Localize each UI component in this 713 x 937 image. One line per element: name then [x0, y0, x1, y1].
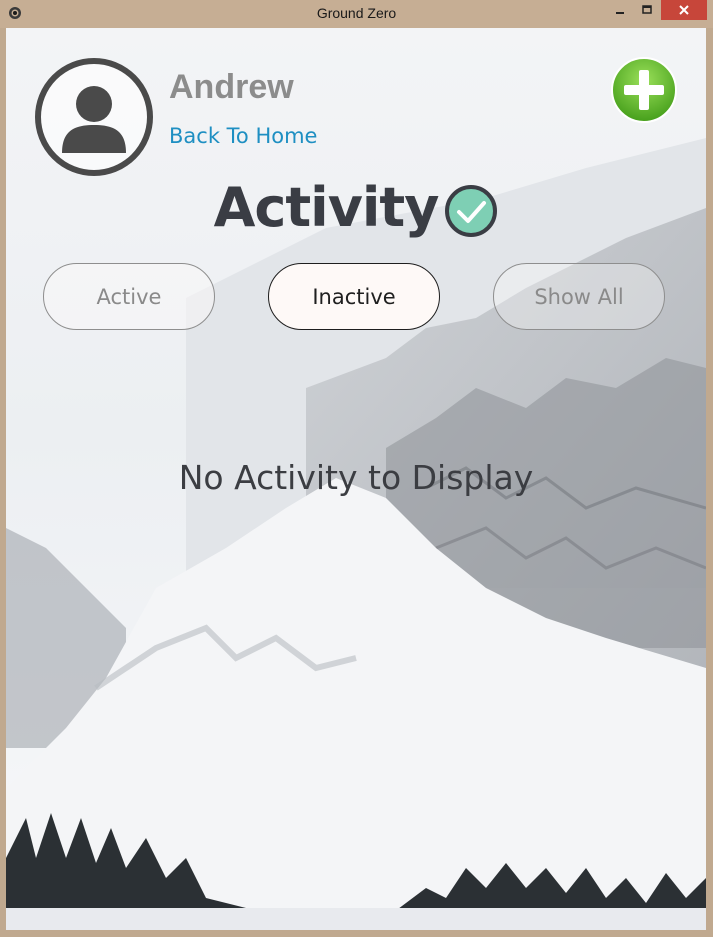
user-avatar-icon[interactable]	[34, 57, 154, 177]
page-title: Activity	[213, 176, 440, 239]
maximize-icon	[642, 5, 652, 14]
app-window: Ground Zero Andrew Back To Home Activity…	[0, 0, 713, 937]
checkmark-icon	[445, 184, 498, 237]
minimize-button[interactable]	[607, 0, 633, 20]
main-content: Andrew Back To Home Activity Active Inac…	[6, 28, 706, 930]
filter-active-button[interactable]: Active	[43, 263, 215, 330]
title-bar[interactable]: Ground Zero	[0, 0, 713, 28]
page-heading: Activity	[6, 176, 706, 239]
user-name: Andrew	[169, 68, 294, 106]
back-to-home-link[interactable]: Back To Home	[169, 124, 317, 148]
minimize-icon	[616, 12, 624, 14]
filter-inactive-button[interactable]: Inactive	[268, 263, 440, 330]
filter-show-all-button[interactable]: Show All	[493, 263, 665, 330]
plus-icon[interactable]	[610, 56, 678, 124]
maximize-button[interactable]	[634, 0, 660, 20]
empty-state-message: No Activity to Display	[178, 458, 534, 497]
close-button[interactable]	[661, 0, 707, 20]
close-icon	[679, 5, 689, 15]
